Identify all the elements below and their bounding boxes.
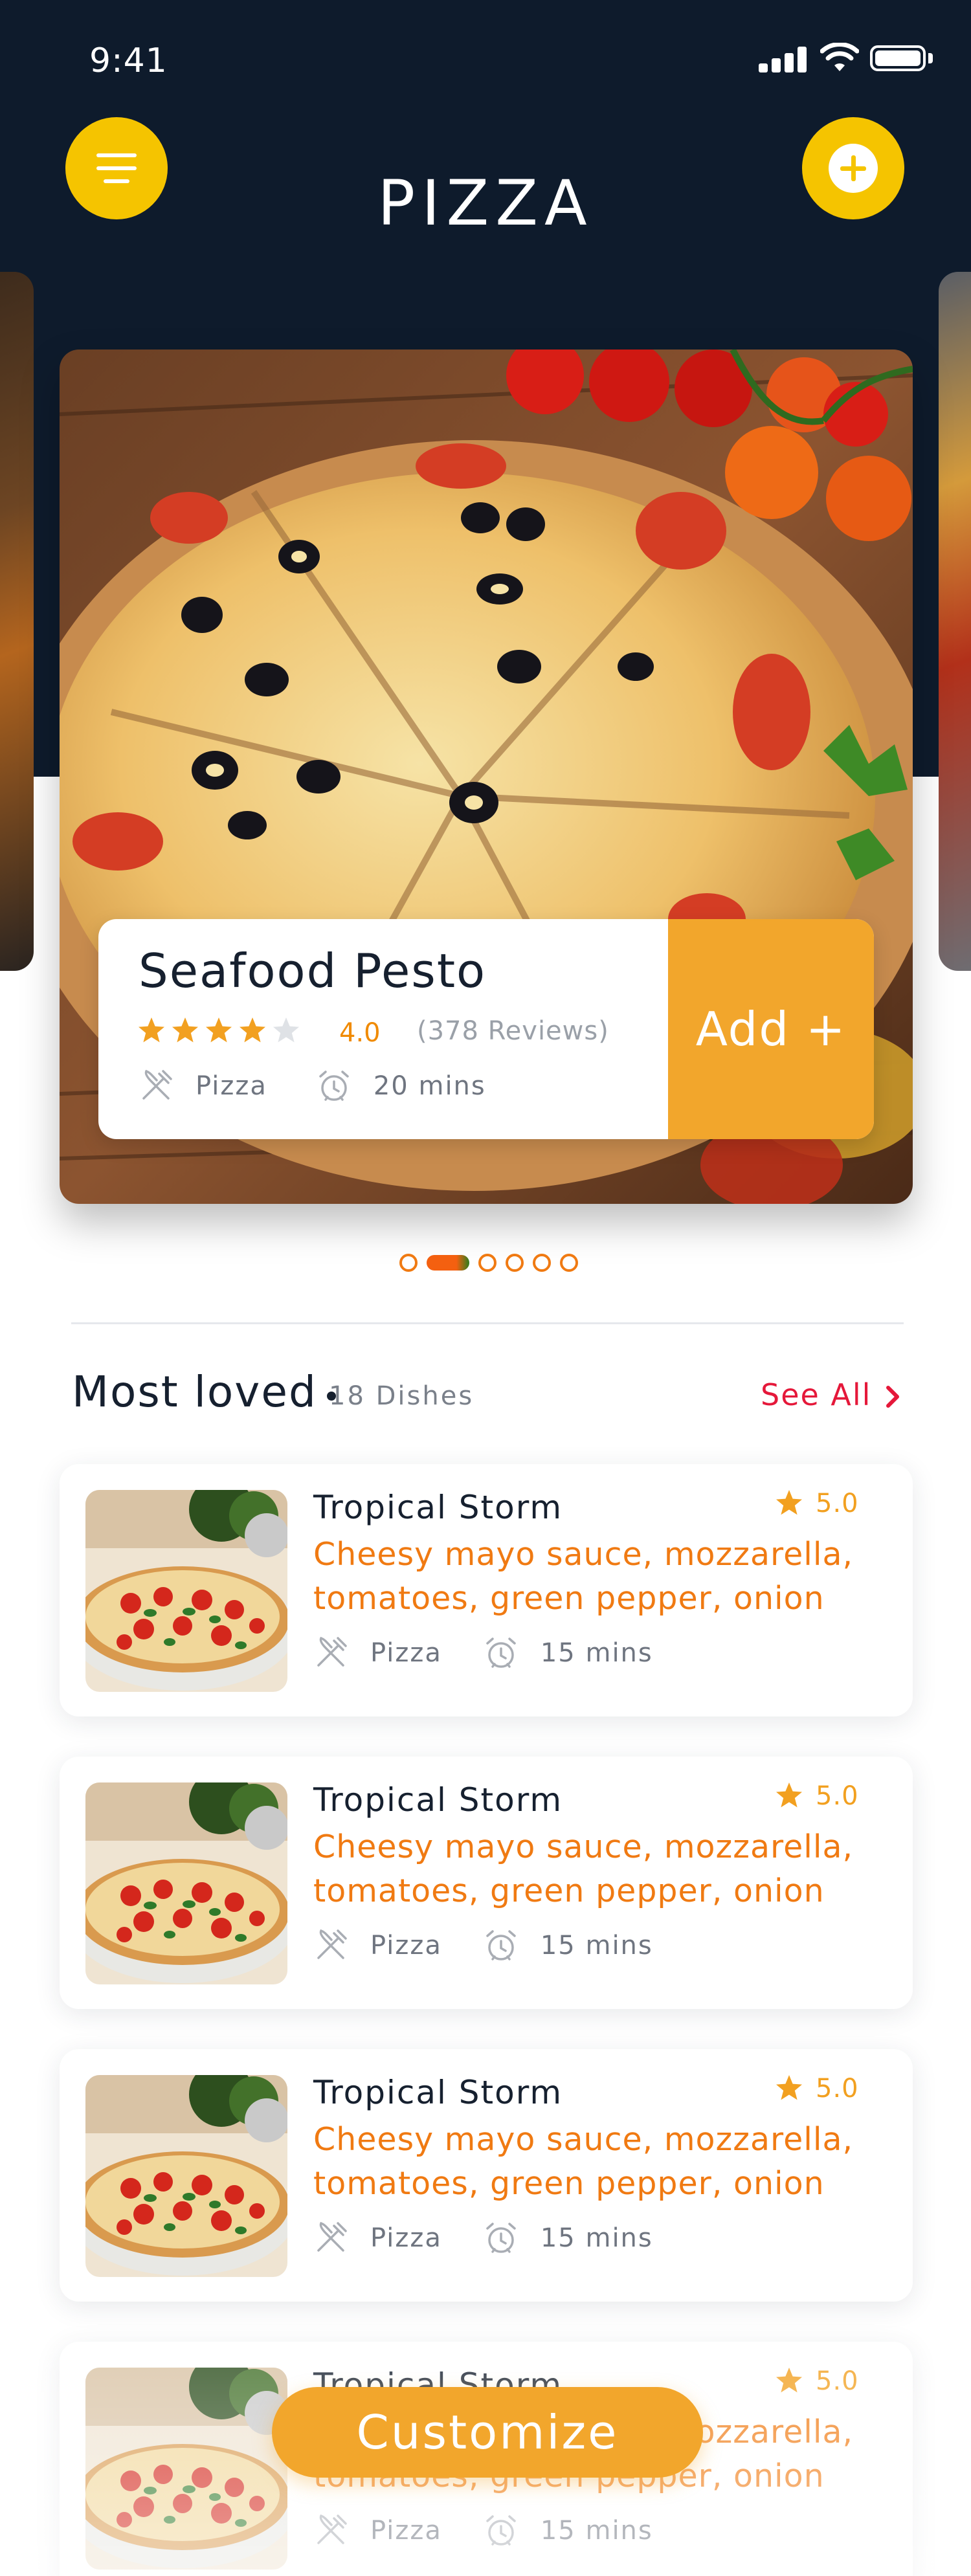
add-to-cart-button[interactable]: Add + [668,919,874,1139]
dish-rating: 5.0 [816,1781,859,1811]
pagination-dot[interactable] [478,1254,497,1272]
star-icon [206,1017,232,1043]
dish-card[interactable]: Tropical Storm 5.0 Cheesy mayo sauce, mozz… [60,1757,913,2009]
dish-description: Cheesy mayo sauce, mozzarella, tomatoes,… [313,1828,854,1909]
dish-meta: Pizza 15 mins [313,1634,695,1672]
dish-time: 15 mins [540,1638,653,1668]
dish-thumbnail [85,1782,287,1984]
dish-description: Cheesy mayo sauce, mozzarella, tomatoes,… [313,2121,854,2202]
carousel-pagination [399,1253,578,1272]
fork-knife-icon [142,1069,172,1100]
carousel-prev-card[interactable] [0,272,34,971]
dish-time: 15 mins [540,2223,653,2253]
featured-rating: 4.0 [339,1018,381,1048]
dish-name: Tropical Storm [313,1489,563,1526]
featured-info-card[interactable]: Seafood Pesto 4.0 (378 Reviews) Pizza 20… [98,919,874,1139]
star-icon [172,1017,198,1043]
wifi-icon [820,43,859,71]
pagination-dot[interactable] [533,1254,551,1272]
fork-knife-icon [317,2221,347,2252]
star-icon [776,2075,802,2100]
status-icons [759,43,933,75]
dish-rating: 5.0 [816,2074,859,2104]
dish-category: Pizza [370,1931,442,1960]
carousel-next-card[interactable] [939,272,971,971]
alarm-clock-icon [319,1071,349,1101]
chevron-right-icon[interactable] [882,1384,905,1410]
star-icon [273,1017,299,1043]
dish-time: 15 mins [540,1931,653,1960]
pagination-dot[interactable] [399,1254,418,1272]
star-icon [776,1490,802,1515]
dish-thumbnail [85,2075,287,2277]
alarm-clock-icon [486,1930,516,1960]
dish-category: Pizza [370,2223,442,2253]
featured-category: Pizza [195,1071,267,1101]
pagination-dot[interactable] [560,1254,578,1272]
battery-icon [870,45,926,71]
see-all-link[interactable]: See All [761,1377,871,1412]
dish-card[interactable]: Tropical Storm 5.0 Cheesy mayo sauce, mozz… [60,2049,913,2302]
dish-category: Pizza [370,1638,442,1668]
dish-count: 18 Dishes [329,1381,474,1411]
status-time: 9:41 [89,41,168,80]
dish-thumbnail [85,1490,287,1692]
alarm-clock-icon [486,2223,516,2253]
dish-rating: 5.0 [816,1489,859,1518]
plus-circle-icon [829,144,878,193]
section-divider [71,1322,904,1324]
star-icon [776,1782,802,1808]
customize-button[interactable]: Customize [272,2387,703,2478]
dish-card[interactable]: Tropical Storm 5.0 Cheesy mayo sauce, mozz… [60,1464,913,1716]
featured-dish-name: Seafood Pesto [139,944,487,998]
dish-meta: Pizza 15 mins [313,2219,695,2258]
alarm-clock-icon [486,1638,516,1668]
featured-meta: Pizza 20 mins [139,1067,535,1105]
dish-meta: Pizza 15 mins [313,1926,695,1965]
fork-knife-icon [317,1636,347,1667]
pagination-dot-active[interactable] [427,1255,469,1271]
star-icon [240,1017,265,1043]
section-title: Most loved [72,1367,317,1417]
rating-stars [137,1016,300,1049]
dish-description: Cheesy mayo sauce, mozzarella, tomatoes,… [313,1536,854,1617]
star-icon [139,1017,164,1043]
featured-time: 20 mins [373,1071,486,1101]
dish-name: Tropical Storm [313,2074,563,2111]
pagination-dot[interactable] [506,1254,524,1272]
add-button[interactable] [802,117,904,219]
fork-knife-icon [317,1929,347,1959]
dish-name: Tropical Storm [313,1781,563,1819]
featured-reviews[interactable]: (378 Reviews) [417,1016,609,1046]
